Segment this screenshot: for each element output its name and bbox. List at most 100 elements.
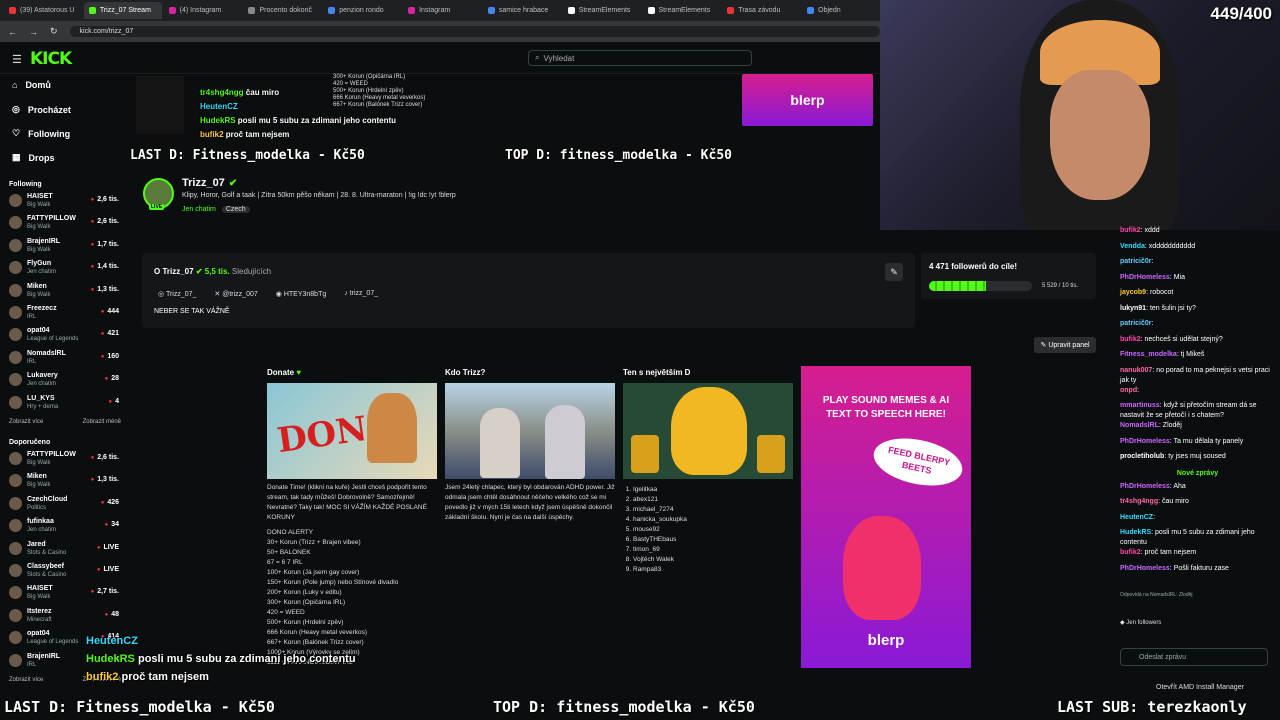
bio-text: NEBER SE TAK VÁŽNĚ (154, 308, 230, 315)
chat-username[interactable]: mmartinuss (1120, 402, 1160, 409)
chat-username[interactable]: patricič0r (1120, 258, 1152, 265)
tiktok-link[interactable]: ♪ trizz_07_ (344, 290, 378, 298)
sidebar-channel[interactable]: NomadslRLIRL160 (9, 348, 121, 370)
chat-username[interactable]: nanuk007 (1120, 367, 1152, 374)
sidebar-nav-1[interactable]: ◎ Procházet (12, 104, 71, 115)
chat-username[interactable]: lukyn91 (1120, 305, 1146, 312)
chat-username[interactable]: NomadslRL (1120, 422, 1159, 429)
avatar (9, 474, 22, 488)
menu-icon[interactable]: ☰ (12, 53, 22, 66)
chat-username[interactable]: procletiholub (1120, 453, 1164, 460)
chat-message: nanuk007: no porad to ma peknejsi s vets… (1120, 366, 1270, 384)
language-tag[interactable]: Czech (221, 206, 250, 213)
sidebar-channel[interactable]: HAISETBig Walk2,6 tis. (9, 191, 121, 213)
reload-icon[interactable]: ↻ (50, 26, 58, 37)
sidebar-channel[interactable]: FATTYPILLOWBig Walk2,6 tis. (9, 449, 121, 471)
chat-username[interactable]: onpd (1120, 387, 1137, 394)
browser-tab[interactable]: Trasa závodu (722, 2, 800, 19)
sidebar-channel[interactable]: fufinkaaJen chatim34 (9, 516, 121, 538)
sidebar-channel[interactable]: HAISETBig Walk2,7 tis. (9, 583, 121, 605)
heart-icon: ♡ (12, 128, 21, 138)
edit-about-button[interactable]: ✎ (885, 263, 903, 281)
goal-progress-fill (929, 281, 986, 291)
browser-tab[interactable]: StreamElements (563, 2, 641, 19)
sidebar-channel[interactable]: ItsterezMinecraft48 (9, 606, 121, 628)
instagram-link[interactable]: ◎ Trizz_07_ (158, 290, 196, 298)
show-less-link[interactable]: Zobrazit méně (83, 419, 121, 425)
list-item: 150+ Korun (Pole jump) nebo Stínové diva… (267, 579, 399, 586)
browser-tab[interactable]: Objedn (802, 2, 880, 19)
chat-username[interactable]: PhDrHomeless (1120, 565, 1170, 572)
sidebar-nav-2[interactable]: ♡ Following (12, 128, 70, 139)
follower-goal: 4 471 followerů do cíle! 5 529 / 10 tis. (921, 253, 1096, 299)
sidebar-nav-0[interactable]: ⌂ Domů (12, 80, 51, 90)
chat-username[interactable]: Fitness_modelka (1120, 351, 1177, 358)
chat-username[interactable]: tr4shg4ngg (1120, 498, 1158, 505)
search-input[interactable]: ⌕ Vyhledat (528, 50, 752, 66)
avatar (9, 496, 22, 510)
chat-username[interactable]: jaycob9 (1120, 289, 1146, 296)
chat-username[interactable]: bufik2 (1120, 227, 1141, 234)
browser-tab[interactable]: (4) Instagram (164, 2, 242, 19)
show-more-link[interactable]: Zobrazit více (9, 677, 43, 683)
browser-tab[interactable]: (39) Astatorous U (4, 2, 82, 19)
browser-tab[interactable]: Instagram (403, 2, 481, 19)
shield-icon: ◆ (1120, 620, 1125, 626)
chat-username[interactable]: Vendda (1120, 243, 1145, 250)
trophy-icon (631, 435, 659, 473)
chat-input[interactable]: Odeslat zprávu (1120, 648, 1268, 666)
browser-tab[interactable]: penzion rondo (323, 2, 401, 19)
gift-icon: ▦ (12, 152, 21, 162)
sidebar-channel[interactable]: BrajenIRLBig Walk1,7 tis. (9, 236, 121, 258)
discord-link[interactable]: ◉ HTEY3n8bTg (276, 290, 326, 298)
chat-username[interactable]: HudekRS (1120, 529, 1151, 536)
browser-tab[interactable]: StreamElements (643, 2, 721, 19)
edit-panels-button[interactable]: ✎ Upravit panel (1034, 337, 1096, 353)
sidebar-channel[interactable]: LukaveryJen chatim28 (9, 370, 121, 392)
blerp-ad[interactable]: PLAY SOUND MEMES & AI TEXT TO SPEECH HER… (801, 366, 971, 668)
favicon-icon (328, 7, 336, 14)
show-more-link[interactable]: Zobrazit více (9, 419, 43, 425)
back-icon[interactable]: ← (8, 27, 17, 37)
kick-logo[interactable]: KICK (30, 49, 72, 69)
chat-username[interactable]: bufik2 (1120, 549, 1141, 556)
chat-username[interactable]: PhDrHomeless (1120, 438, 1170, 445)
sidebar-nav-3[interactable]: ▦ Drops (12, 152, 55, 163)
sidebar-channel[interactable]: LU_KYSHry + dema4 (9, 393, 121, 415)
overlay-chat-bottom: HeutenCZ HudekRS posli mu 5 subu za zdim… (86, 635, 356, 683)
sidebar-channel[interactable]: opat04League of Legends421 (9, 325, 121, 347)
sidebar-channel[interactable]: FreezeczIRL444 (9, 303, 121, 325)
avatar (9, 238, 22, 252)
sidebar-channel[interactable]: MikenBig Walk1,3 tis. (9, 471, 121, 493)
forward-icon[interactable]: → (29, 27, 38, 37)
chat-username[interactable]: HeutenCZ (1120, 514, 1153, 521)
browser-tab[interactable]: Trizz_07 Stream (83, 2, 162, 19)
blerp-banner-top[interactable]: blerp (742, 74, 873, 126)
sidebar-channel[interactable]: ClassybeefSlots & CasinoLIVE (9, 561, 121, 583)
avatar (9, 631, 22, 645)
browser-tab[interactable]: Procento dokonč (243, 2, 321, 19)
compass-icon: ◎ (12, 104, 20, 114)
avatar (9, 306, 22, 319)
category-link[interactable]: Jen chatim (182, 206, 216, 213)
twitter-link[interactable]: ✕ @trizz_007 (214, 290, 257, 298)
url-field[interactable]: kick.com/trizz_07 (69, 26, 880, 37)
chat-username[interactable]: patricič0r (1120, 320, 1152, 327)
chat-message: jaycob9: robocot (1120, 289, 1174, 296)
sidebar-channel[interactable]: CzechCloudPolitics426 (9, 494, 121, 516)
sidebar-channel[interactable]: FATTYPILLOWBig Walk2,6 tis. (9, 213, 121, 235)
chat-username[interactable]: bufik2 (1120, 336, 1141, 343)
favicon-icon (408, 7, 416, 14)
system-popup[interactable]: Otevřít AMD Install Manager (1156, 684, 1244, 691)
sidebar-channel[interactable]: MikenBig Walk1,3 tis. (9, 281, 121, 303)
sidebar-channel[interactable]: JaredSlots & CasinoLIVE (9, 539, 121, 561)
goal-title: 4 471 followerů do cíle! (929, 262, 1018, 271)
goal-progress-text: 5 529 / 10 tis. (1042, 283, 1079, 289)
chat-username[interactable]: PhDrHomeless (1120, 274, 1170, 281)
chat-username[interactable]: PhDrHomeless (1120, 483, 1170, 490)
browser-tab[interactable]: samice hrabace (483, 2, 561, 19)
avatar (9, 328, 22, 342)
browser-tabbar: (39) Astatorous U Trizz_07 Stream (4) Inst… (0, 0, 880, 21)
donate-image[interactable]: DONO (267, 383, 437, 479)
sidebar-channel[interactable]: FlyGunJen chatim1,4 tis. (9, 258, 121, 280)
